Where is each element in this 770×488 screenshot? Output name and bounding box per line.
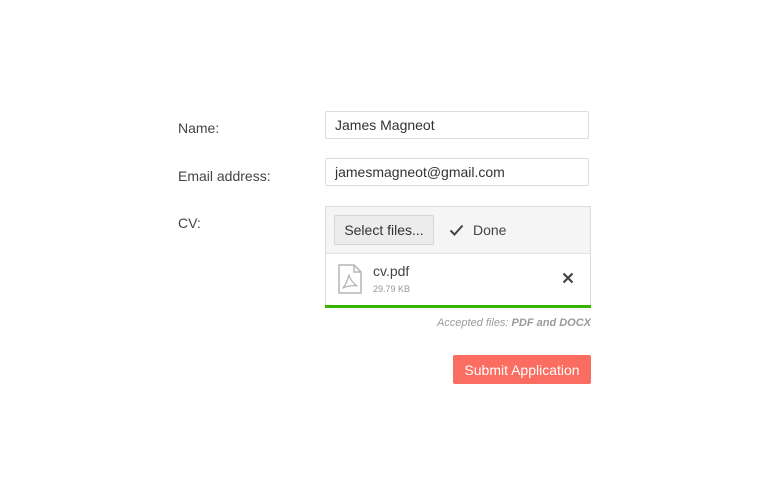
- upload-toolbar: Select files... Done: [326, 207, 590, 254]
- file-name: cv.pdf: [373, 263, 410, 279]
- upload-status: Done: [449, 221, 506, 239]
- email-label: Email address:: [178, 168, 271, 184]
- file-upload: Select files... Done cv.pdf 29.79 KB: [325, 206, 591, 308]
- cv-label: CV:: [178, 215, 201, 231]
- accepted-file-types: PDF and DOCX: [511, 317, 591, 329]
- submit-application-button[interactable]: Submit Application: [453, 355, 591, 384]
- file-size: 29.79 KB: [373, 284, 411, 294]
- name-label: Name:: [178, 120, 220, 136]
- remove-file-button[interactable]: [558, 268, 578, 288]
- email-input[interactable]: [325, 158, 589, 186]
- name-input[interactable]: [325, 111, 589, 139]
- pdf-file-icon: [338, 264, 362, 294]
- upload-progress-bar: [325, 305, 591, 308]
- upload-status-label: Done: [473, 222, 507, 238]
- accepted-files-hint: Accepted files: PDF and DOCX: [325, 317, 591, 329]
- close-icon: [562, 272, 574, 284]
- check-icon: [449, 224, 464, 236]
- select-files-button[interactable]: Select files...: [334, 215, 434, 245]
- uploaded-file-item: cv.pdf 29.79 KB: [326, 254, 590, 306]
- accepted-files-prefix: Accepted files:: [436, 317, 512, 329]
- upload-progress-fill: [325, 305, 591, 308]
